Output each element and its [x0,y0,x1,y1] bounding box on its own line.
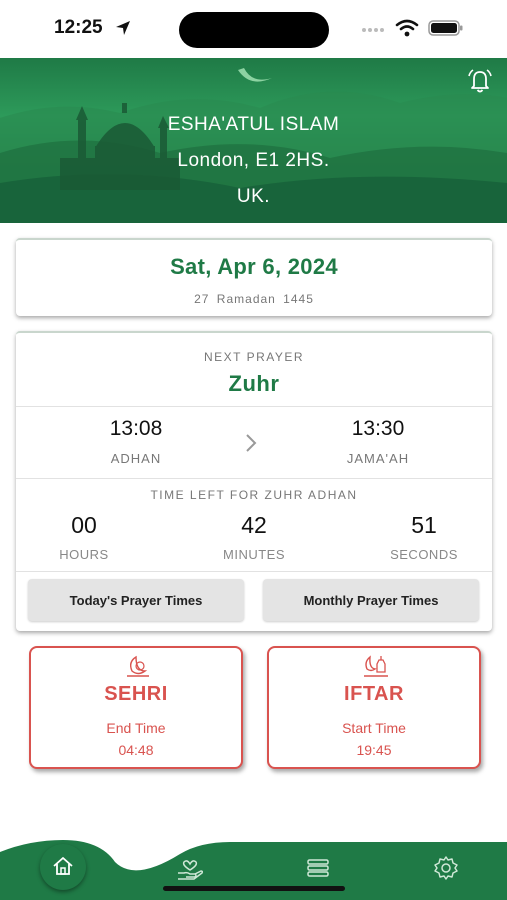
sehri-subtitle: End Time [106,720,166,736]
minutes-label: MINUTES [223,547,285,562]
iftar-card[interactable]: IFTAR Start Time 19:45 [267,646,481,769]
gear-icon[interactable] [431,854,461,882]
jamaah-label: JAMA'AH [346,451,410,466]
mosque-address: London, E1 2HS. [177,150,330,171]
seconds-label: SECONDS [390,547,458,562]
jamaah-time: 13:30 [351,417,405,440]
bell-icon[interactable] [465,66,495,96]
time-left-label: TIME LEFT FOR ZUHR ADHAN [150,488,358,502]
donate-hand-heart-icon[interactable] [175,854,205,882]
crescent-plate-icon [127,655,149,677]
gregorian-date: Sat, Apr 6, 2024 [170,254,338,279]
mosque-country: UK. [236,186,271,207]
wifi-icon [395,19,419,37]
bottom-navigation [0,840,507,900]
status-time: 12:25 [54,17,103,38]
home-indicator [163,886,345,891]
iftar-subtitle: Start Time [342,720,406,736]
next-prayer-card: NEXT PRAYER Zuhr 13:08 ADHAN 13:30 JAMA'… [16,331,492,631]
monthly-prayer-times-button[interactable]: Monthly Prayer Times [263,579,479,621]
hours-value: 00 [71,512,97,538]
adhan-block: 13:08 ADHAN [56,417,216,466]
iftar-time: 19:45 [356,742,392,758]
sehri-time: 04:48 [118,742,154,758]
nav-home-button[interactable] [40,844,86,890]
seconds-value: 51 [411,512,437,538]
mosque-name: ESHA'ATUL ISLAM [167,114,340,135]
status-bar: 12:25 [0,0,507,58]
divider [16,571,492,572]
list-icon[interactable] [303,854,333,882]
sehri-title: SEHRI [104,683,168,705]
countdown-hours: 00 HOURS [24,512,144,562]
countdown-seconds: 51 SECONDS [364,512,484,562]
countdown-minutes: 42 MINUTES [194,512,314,562]
minutes-value: 42 [241,512,267,538]
adhan-label: ADHAN [110,451,162,466]
date-card: Sat, Apr 6, 2024 27 Ramadan 1445 [16,238,492,316]
sehri-card[interactable]: SEHRI End Time 04:48 [29,646,243,769]
chevron-right-icon [246,434,257,452]
todays-prayer-times-button[interactable]: Today's Prayer Times [28,579,244,621]
location-arrow-icon [116,21,130,35]
next-prayer-name: Zuhr [228,371,280,396]
iftar-title: IFTAR [344,683,404,705]
header-banner: ESHA'ATUL ISLAM London, E1 2HS. UK. [0,58,507,223]
hijri-date: 27 Ramadan 1445 [194,292,314,306]
divider [16,478,492,479]
divider [16,406,492,407]
hours-label: HOURS [59,547,109,562]
signal-dots-icon [362,28,384,32]
next-prayer-label: NEXT PRAYER [203,350,305,364]
adhan-time: 13:08 [109,417,163,440]
dynamic-island [179,12,329,48]
lantern-moon-icon [364,655,388,677]
battery-icon [428,20,463,36]
home-icon [53,857,73,875]
jamaah-block: 13:30 JAMA'AH [298,417,458,466]
